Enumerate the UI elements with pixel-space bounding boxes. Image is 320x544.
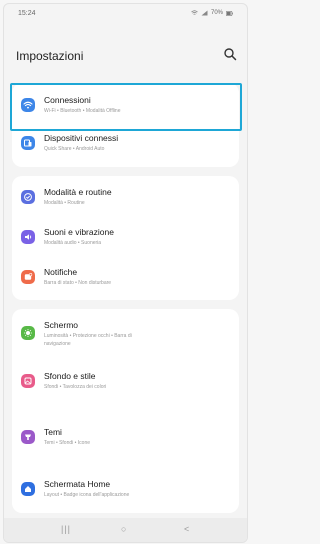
settings-item-summary: Quick Share • Android Auto: [44, 146, 105, 152]
recents-button[interactable]: |||: [61, 524, 71, 534]
phone-screen: 15:24 70% Impostazioni Connessioni Wi-Fi…: [3, 3, 248, 543]
settings-item-connessioni[interactable]: Connessioni Wi-Fi • Bluetooth • Modalità…: [12, 85, 239, 125]
settings-item-summary: Wi-Fi • Bluetooth • Modalità Offline: [44, 108, 121, 114]
speaker-icon: [21, 230, 35, 244]
settings-item-schermo[interactable]: Schermo Luminosità • Protezione occhi • …: [12, 311, 239, 361]
settings-item-dispositivi-connessi[interactable]: Dispositivi connessi Quick Share • Andro…: [12, 125, 239, 165]
signal-icon: [201, 10, 208, 16]
settings-item-summary-cont: navigazione: [44, 341, 71, 347]
wifi-status-icon: [191, 10, 198, 15]
settings-item-summary: Modalità audio • Suoneria: [44, 240, 102, 246]
check-circle-icon: [21, 190, 35, 204]
back-button[interactable]: <: [184, 524, 189, 534]
settings-item-label: Modalità e routine: [44, 187, 112, 197]
settings-group-display: Schermo Luminosità • Protezione occhi • …: [12, 309, 239, 513]
settings-item-summary: Temi • Sfondi • Icone: [44, 440, 91, 446]
settings-item-label: Schermata Home: [44, 479, 111, 489]
settings-item-schermata-home[interactable]: Schermata Home Layout • Badge icona dell…: [12, 471, 239, 511]
page-title: Impostazioni: [16, 49, 84, 63]
wifi-icon: [21, 98, 35, 112]
status-icons: 70%: [191, 10, 233, 16]
settings-item-label: Suoni e vibrazione: [44, 227, 114, 237]
settings-item-summary: Modalità • Routine: [44, 200, 85, 206]
settings-item-temi[interactable]: Temi Temi • Sfondi • Icone: [12, 419, 239, 459]
home-button[interactable]: ○: [121, 524, 126, 534]
settings-item-label: Temi: [44, 427, 62, 437]
settings-item-notifiche[interactable]: Notifiche Barra di stato • Non disturbar…: [12, 258, 239, 298]
devices-icon: [21, 136, 35, 150]
page-header: Impostazioni: [4, 28, 247, 78]
settings-item-label: Schermo: [44, 320, 79, 330]
navigation-bar: ||| ○ <: [4, 518, 247, 542]
status-time: 15:24: [18, 10, 36, 17]
settings-item-label: Connessioni: [44, 95, 91, 105]
battery-icon: [226, 10, 233, 16]
settings-item-summary: Layout • Badge icona dell'applicazione: [44, 492, 130, 498]
home-icon: [21, 482, 35, 496]
theme-icon: [21, 430, 35, 444]
settings-item-suoni-vibrazione[interactable]: Suoni e vibrazione Modalità audio • Suon…: [12, 218, 239, 258]
settings-item-label: Sfondo e stile: [44, 371, 96, 381]
settings-item-summary: Sfondi • Tavolozza dei colori: [44, 384, 107, 390]
wallpaper-icon: [21, 374, 35, 388]
status-bar: 15:24 70%: [4, 4, 247, 28]
settings-group-connectivity: Connessioni Wi-Fi • Bluetooth • Modalità…: [12, 83, 239, 167]
settings-item-summary: Barra di stato • Non disturbare: [44, 280, 112, 286]
settings-item-summary: Luminosità • Protezione occhi • Barra di: [44, 333, 132, 339]
settings-item-label: Notifiche: [44, 267, 78, 277]
brightness-icon: [21, 326, 35, 340]
battery-percent: 70%: [210, 10, 223, 16]
settings-group-modes-sound: Modalità e routine Modalità • Routine Su…: [12, 176, 239, 300]
search-icon[interactable]: [223, 47, 237, 61]
settings-item-label: Dispositivi connessi: [44, 133, 119, 143]
settings-item-modalita-routine[interactable]: Modalità e routine Modalità • Routine: [12, 178, 239, 218]
settings-item-sfondo-stile[interactable]: Sfondo e stile Sfondi • Tavolozza dei co…: [12, 363, 239, 403]
notification-icon: [21, 270, 35, 284]
